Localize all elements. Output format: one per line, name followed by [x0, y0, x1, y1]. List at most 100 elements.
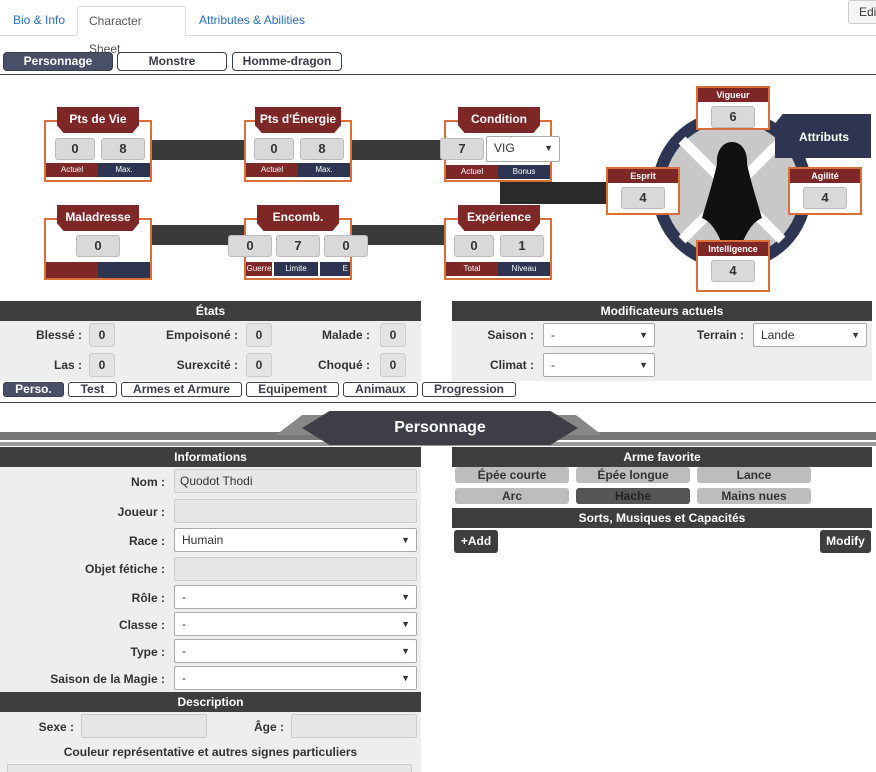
tab-bio-info[interactable]: Bio & Info — [2, 6, 76, 36]
etat-choque-label: Choqué : — [318, 358, 370, 372]
modify-sort-button[interactable]: Modify — [820, 530, 871, 553]
chevron-down-icon: ▼ — [401, 535, 410, 545]
etat-empoisone-label: Empoisoné : — [165, 328, 238, 342]
subtab-equipement[interactable]: Equipement — [246, 382, 339, 397]
classe-label: Classe : — [118, 618, 165, 632]
nom-input[interactable]: Quodot Thodi — [174, 469, 417, 493]
pv-actuel-label: Actuel — [46, 163, 98, 177]
maladresse-title: Maladresse — [57, 205, 139, 231]
encomb-limite-label: Limite — [274, 262, 318, 276]
sheet-type-homme-dragon[interactable]: Homme-dragon — [232, 52, 342, 71]
tab-character-sheet[interactable]: Character Sheet — [77, 6, 186, 56]
attr-vigueur-label: Vigueur — [698, 88, 768, 102]
fetiche-input[interactable] — [174, 557, 417, 581]
weapon-lance[interactable]: Lance — [697, 467, 811, 483]
experience-total-input[interactable]: 0 — [454, 235, 494, 257]
weapon-epee-courte[interactable]: Épée courte — [455, 467, 569, 483]
condition-bonus-value: VIG — [494, 141, 515, 155]
joueur-input[interactable] — [174, 499, 417, 523]
condition-bonus-select[interactable]: VIG ▼ — [486, 136, 560, 162]
encomb-title: Encomb. — [257, 205, 339, 231]
etat-choque-input[interactable]: 0 — [380, 353, 406, 377]
experience-niveau-input[interactable]: 1 — [500, 235, 544, 257]
character-silhouette-icon — [702, 142, 762, 244]
saison-select[interactable]: - ▼ — [543, 323, 655, 347]
sheet-type-monstre[interactable]: Monstre — [117, 52, 227, 71]
edit-button[interactable]: Edi — [848, 0, 876, 24]
weapon-mains-nues[interactable]: Mains nues — [697, 488, 811, 504]
subtab-test[interactable]: Test — [68, 382, 117, 397]
attr-agilite-label: Agilité — [790, 169, 860, 183]
couleur-label: Couleur représentative et autres signes … — [63, 745, 358, 759]
encomb-third-label: E — [320, 262, 350, 276]
nom-label: Nom : — [131, 475, 165, 489]
etat-blesse-input[interactable]: 0 — [89, 323, 115, 347]
etat-las-label: Las : — [53, 358, 82, 372]
saison-value: - — [551, 328, 555, 342]
connector-bar — [500, 182, 610, 204]
weapon-epee-longue[interactable]: Épée longue — [576, 467, 690, 483]
weapon-hache[interactable]: Hache — [576, 488, 690, 504]
weapon-arc[interactable]: Arc — [455, 488, 569, 504]
sexe-label: Sexe : — [38, 720, 74, 734]
etat-las-input[interactable]: 0 — [89, 353, 115, 377]
divider — [0, 402, 876, 403]
etat-blesse-label: Blessé : — [35, 328, 82, 342]
subtab-animaux[interactable]: Animaux — [343, 382, 418, 397]
add-sort-button[interactable]: +Add — [454, 530, 498, 553]
pv-max-input[interactable]: 8 — [101, 138, 145, 160]
race-select[interactable]: Humain ▼ — [174, 528, 417, 552]
role-select[interactable]: - ▼ — [174, 585, 417, 609]
condition-actuel-input[interactable]: 7 — [440, 138, 484, 160]
etat-surexcite-label: Surexcité : — [176, 358, 238, 372]
attr-vigueur-input[interactable]: 6 — [711, 106, 755, 128]
chevron-down-icon: ▼ — [851, 330, 860, 340]
attr-intelligence-label: Intelligence — [698, 242, 768, 256]
tab-attributes-abilities[interactable]: Attributes & Abilities — [188, 6, 316, 36]
classe-select[interactable]: - ▼ — [174, 612, 417, 636]
type-label: Type : — [130, 645, 165, 659]
etat-empoisone-input[interactable]: 0 — [246, 323, 272, 347]
saison-label: Saison : — [487, 328, 534, 342]
subtab-armes-armure[interactable]: Armes et Armure — [121, 382, 242, 397]
condition-bonus-label: Bonus — [498, 165, 550, 179]
sheet-type-personnage[interactable]: Personnage — [3, 52, 113, 71]
joueur-label: Joueur : — [117, 505, 165, 519]
etats-title: États — [0, 301, 421, 321]
saison-magie-label: Saison de la Magie : — [50, 672, 165, 686]
age-label: Âge : — [254, 720, 284, 734]
couleur-textarea[interactable] — [7, 764, 412, 772]
saison-magie-select[interactable]: - ▼ — [174, 666, 417, 690]
attr-intelligence-input[interactable]: 4 — [711, 260, 755, 282]
description-title: Description — [0, 692, 421, 712]
encomb-third-input[interactable]: 0 — [324, 235, 368, 257]
encomb-guerre-input[interactable]: 0 — [228, 235, 272, 257]
encomb-limite-input[interactable]: 7 — [276, 235, 320, 257]
chevron-down-icon: ▼ — [401, 646, 410, 656]
climat-select[interactable]: - ▼ — [543, 353, 655, 377]
pe-max-label: Max. — [298, 163, 350, 177]
type-select[interactable]: - ▼ — [174, 639, 417, 663]
pe-actuel-input[interactable]: 0 — [254, 138, 294, 160]
attr-esprit-input[interactable]: 4 — [621, 187, 665, 209]
race-value: Humain — [182, 533, 224, 547]
race-label: Race : — [128, 534, 165, 548]
pv-title: Pts de Vie — [57, 107, 139, 133]
climat-label: Climat : — [489, 358, 534, 372]
pe-max-input[interactable]: 8 — [300, 138, 344, 160]
subtab-progression[interactable]: Progression — [422, 382, 516, 397]
subtab-perso[interactable]: Perso. — [3, 382, 64, 397]
attr-agilite-input[interactable]: 4 — [803, 187, 847, 209]
experience-niveau-label: Niveau — [498, 262, 550, 276]
role-value: - — [182, 590, 186, 604]
etat-malade-input[interactable]: 0 — [380, 323, 406, 347]
etat-surexcite-input[interactable]: 0 — [246, 353, 272, 377]
etat-malade-label: Malade : — [321, 328, 370, 342]
sexe-input[interactable] — [81, 714, 207, 738]
age-input[interactable] — [291, 714, 417, 738]
section-banner: Personnage — [302, 411, 578, 445]
terrain-select[interactable]: Lande ▼ — [753, 323, 867, 347]
maladresse-input[interactable]: 0 — [76, 235, 120, 257]
attr-agilite: Agilité 4 — [788, 167, 862, 215]
pv-actuel-input[interactable]: 0 — [55, 138, 95, 160]
